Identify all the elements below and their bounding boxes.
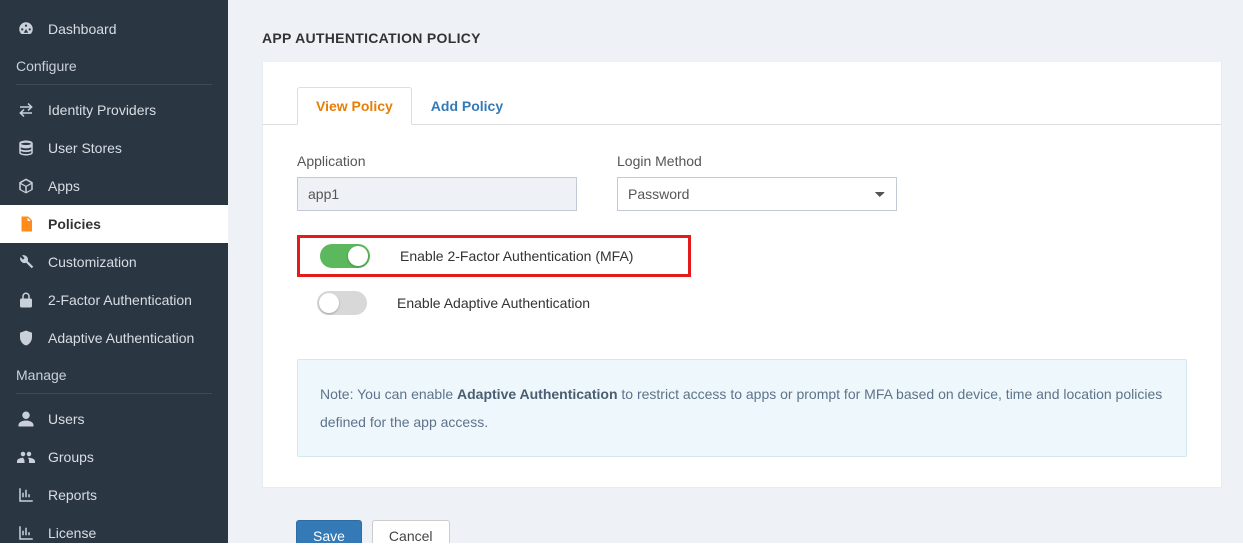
save-button[interactable]: Save bbox=[296, 520, 362, 543]
sidebar-item-label: Policies bbox=[48, 216, 101, 232]
application-field-group: Application bbox=[297, 153, 577, 211]
sidebar-item-label: Reports bbox=[48, 487, 97, 503]
sidebar-item-adaptive-auth[interactable]: Adaptive Authentication bbox=[0, 319, 228, 357]
form-area: Application Login Method Password Enable… bbox=[263, 125, 1221, 457]
adaptive-toggle[interactable] bbox=[317, 291, 367, 315]
page-title-bar: APP AUTHENTICATION POLICY bbox=[228, 0, 1243, 62]
users-icon bbox=[16, 448, 36, 466]
sidebar-item-label: Users bbox=[48, 411, 85, 427]
login-method-field-group: Login Method Password bbox=[617, 153, 897, 211]
sidebar-item-label: Groups bbox=[48, 449, 94, 465]
tabs: View Policy Add Policy bbox=[263, 62, 1221, 125]
login-method-select[interactable]: Password bbox=[617, 177, 897, 211]
mfa-toggle-label: Enable 2-Factor Authentication (MFA) bbox=[400, 248, 633, 264]
sidebar-item-apps[interactable]: Apps bbox=[0, 167, 228, 205]
sidebar-item-label: License bbox=[48, 525, 96, 541]
sidebar-item-2fa[interactable]: 2-Factor Authentication bbox=[0, 281, 228, 319]
database-icon bbox=[16, 139, 36, 157]
gauge-icon bbox=[16, 20, 36, 38]
main-content: APP AUTHENTICATION POLICY View Policy Ad… bbox=[228, 0, 1243, 543]
lock-icon bbox=[16, 291, 36, 309]
mfa-toggle[interactable] bbox=[320, 244, 370, 268]
sidebar-item-label: Dashboard bbox=[48, 21, 117, 37]
sidebar-item-label: Customization bbox=[48, 254, 137, 270]
adaptive-toggle-row: Enable Adaptive Authentication bbox=[317, 283, 1187, 323]
wrench-icon bbox=[16, 253, 36, 271]
tab-view-policy[interactable]: View Policy bbox=[297, 87, 412, 125]
chart-icon bbox=[16, 486, 36, 504]
divider bbox=[16, 84, 212, 85]
application-label: Application bbox=[297, 153, 577, 169]
note-prefix: Note: You can enable bbox=[320, 386, 457, 402]
sidebar-item-dashboard[interactable]: Dashboard bbox=[0, 10, 228, 48]
sidebar-item-label: Identity Providers bbox=[48, 102, 156, 118]
sidebar: Dashboard Configure Identity Providers U… bbox=[0, 0, 228, 543]
sidebar-item-label: Adaptive Authentication bbox=[48, 330, 194, 346]
sidebar-item-groups[interactable]: Groups bbox=[0, 438, 228, 476]
tab-add-policy[interactable]: Add Policy bbox=[412, 87, 522, 125]
sidebar-item-identity-providers[interactable]: Identity Providers bbox=[0, 91, 228, 129]
divider bbox=[16, 393, 212, 394]
sidebar-item-label: Apps bbox=[48, 178, 80, 194]
cancel-button[interactable]: Cancel bbox=[372, 520, 450, 543]
sidebar-item-label: User Stores bbox=[48, 140, 122, 156]
sidebar-item-user-stores[interactable]: User Stores bbox=[0, 129, 228, 167]
chart-icon bbox=[16, 524, 36, 542]
swap-icon bbox=[16, 101, 36, 119]
login-method-label: Login Method bbox=[617, 153, 897, 169]
info-note: Note: You can enable Adaptive Authentica… bbox=[297, 359, 1187, 457]
sidebar-item-reports[interactable]: Reports bbox=[0, 476, 228, 514]
application-input[interactable] bbox=[297, 177, 577, 211]
policy-panel: View Policy Add Policy Application Login… bbox=[262, 62, 1222, 488]
sidebar-item-users[interactable]: Users bbox=[0, 400, 228, 438]
user-icon bbox=[16, 410, 36, 428]
sidebar-section-manage: Manage bbox=[0, 357, 228, 389]
sidebar-item-label: 2-Factor Authentication bbox=[48, 292, 192, 308]
action-buttons: Save Cancel bbox=[262, 488, 1243, 543]
page-title: APP AUTHENTICATION POLICY bbox=[262, 30, 1209, 46]
sidebar-item-license[interactable]: License bbox=[0, 514, 228, 552]
shield-icon bbox=[16, 329, 36, 347]
sidebar-section-configure: Configure bbox=[0, 48, 228, 80]
document-icon bbox=[16, 215, 36, 233]
sidebar-item-customization[interactable]: Customization bbox=[0, 243, 228, 281]
cube-icon bbox=[16, 177, 36, 195]
note-strong: Adaptive Authentication bbox=[457, 386, 618, 402]
sidebar-item-policies[interactable]: Policies bbox=[0, 205, 228, 243]
adaptive-toggle-label: Enable Adaptive Authentication bbox=[397, 295, 590, 311]
mfa-toggle-row: Enable 2-Factor Authentication (MFA) bbox=[297, 235, 691, 277]
